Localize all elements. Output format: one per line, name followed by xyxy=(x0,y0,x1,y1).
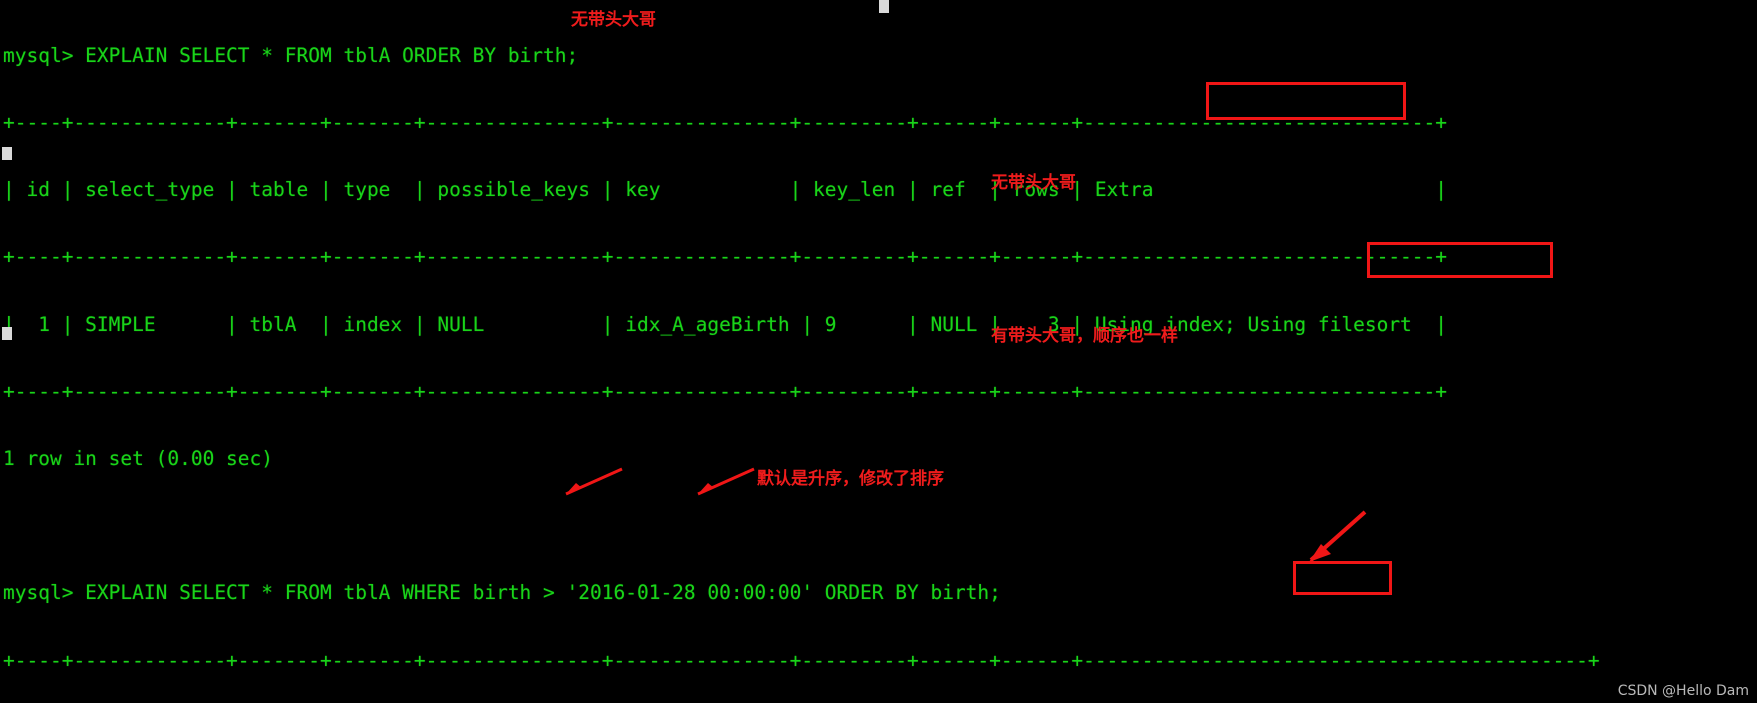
highlight-filesort-3 xyxy=(1293,561,1392,595)
cursor-block xyxy=(2,147,12,160)
terminal-line: mysql> EXPLAIN SELECT * FROM tblA ORDER … xyxy=(3,43,579,67)
terminal-screenshot: mysql> EXPLAIN SELECT * FROM tblA ORDER … xyxy=(0,0,1757,703)
terminal-line: | id | select_type | table | type | poss… xyxy=(3,178,1448,202)
terminal-line: +----+-------------+-------+-------+----… xyxy=(3,111,1448,135)
highlight-using-filesort-2 xyxy=(1367,242,1553,278)
terminal-line: | 1 | SIMPLE | tblA | index | NULL | idx… xyxy=(3,312,1448,336)
terminal-line: +----+-------------+-------+-------+----… xyxy=(3,648,1600,672)
annotation-note-4: 默认是升序，修改了排序 xyxy=(757,469,944,489)
highlight-using-filesort-1 xyxy=(1206,82,1406,120)
terminal-line: mysql> EXPLAIN SELECT * FROM tblA WHERE … xyxy=(3,581,1001,605)
terminal-line: 1 row in set (0.00 sec) xyxy=(3,447,274,471)
annotation-note-2: 无带头大哥 xyxy=(991,173,1076,193)
terminal-line: +----+-------------+-------+-------+----… xyxy=(3,379,1448,403)
annotation-note-3: 有带头大哥，顺序也一样 xyxy=(991,326,1178,346)
cursor-block xyxy=(879,0,889,13)
annotation-note-1: 无带头大哥 xyxy=(571,10,656,30)
terminal-output: mysql> EXPLAIN SELECT * FROM tblA ORDER … xyxy=(0,0,1757,703)
cursor-block xyxy=(2,327,12,340)
watermark: CSDN @Hello Dam xyxy=(1617,683,1749,699)
